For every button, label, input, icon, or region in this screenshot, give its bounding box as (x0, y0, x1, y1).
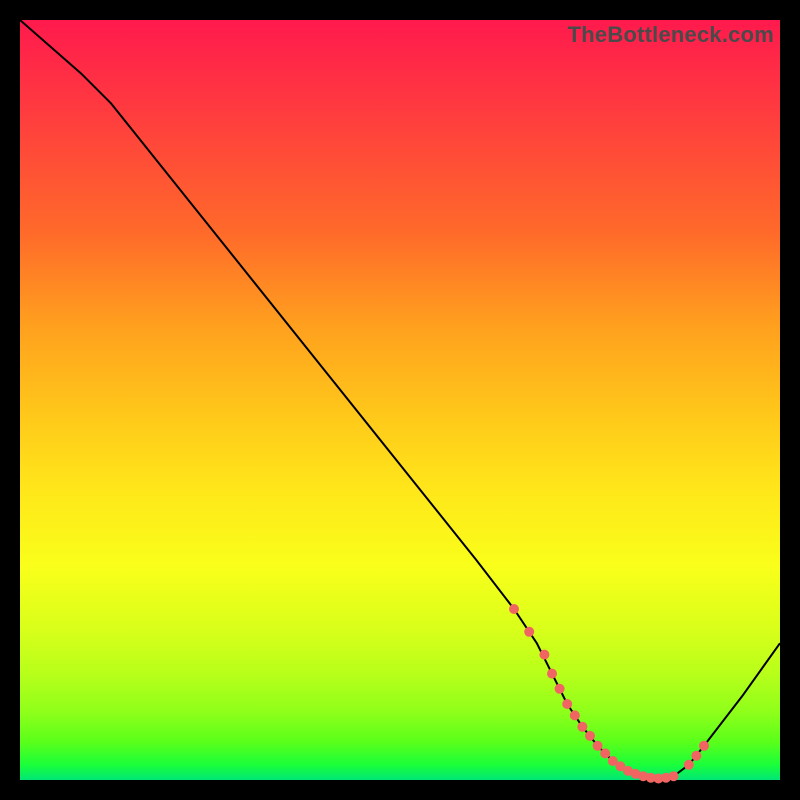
bottleneck-curve (20, 20, 780, 779)
chart-frame: TheBottleneck.com (0, 0, 800, 800)
highlight-dot (547, 669, 557, 679)
chart-overlay (20, 20, 780, 780)
highlight-dot (684, 760, 694, 770)
highlight-dot (509, 604, 519, 614)
highlight-dot (593, 741, 603, 751)
highlight-dot (562, 699, 572, 709)
highlight-dot (691, 751, 701, 761)
highlight-dot (669, 771, 679, 781)
highlight-dot (600, 748, 610, 758)
plot-area: TheBottleneck.com (20, 20, 780, 780)
highlight-dot (570, 710, 580, 720)
highlight-dot (524, 627, 534, 637)
highlight-dot (585, 731, 595, 741)
highlight-dot (555, 684, 565, 694)
highlight-dot (539, 650, 549, 660)
highlight-dot (577, 722, 587, 732)
highlight-dot (699, 741, 709, 751)
highlight-dots (509, 604, 709, 784)
